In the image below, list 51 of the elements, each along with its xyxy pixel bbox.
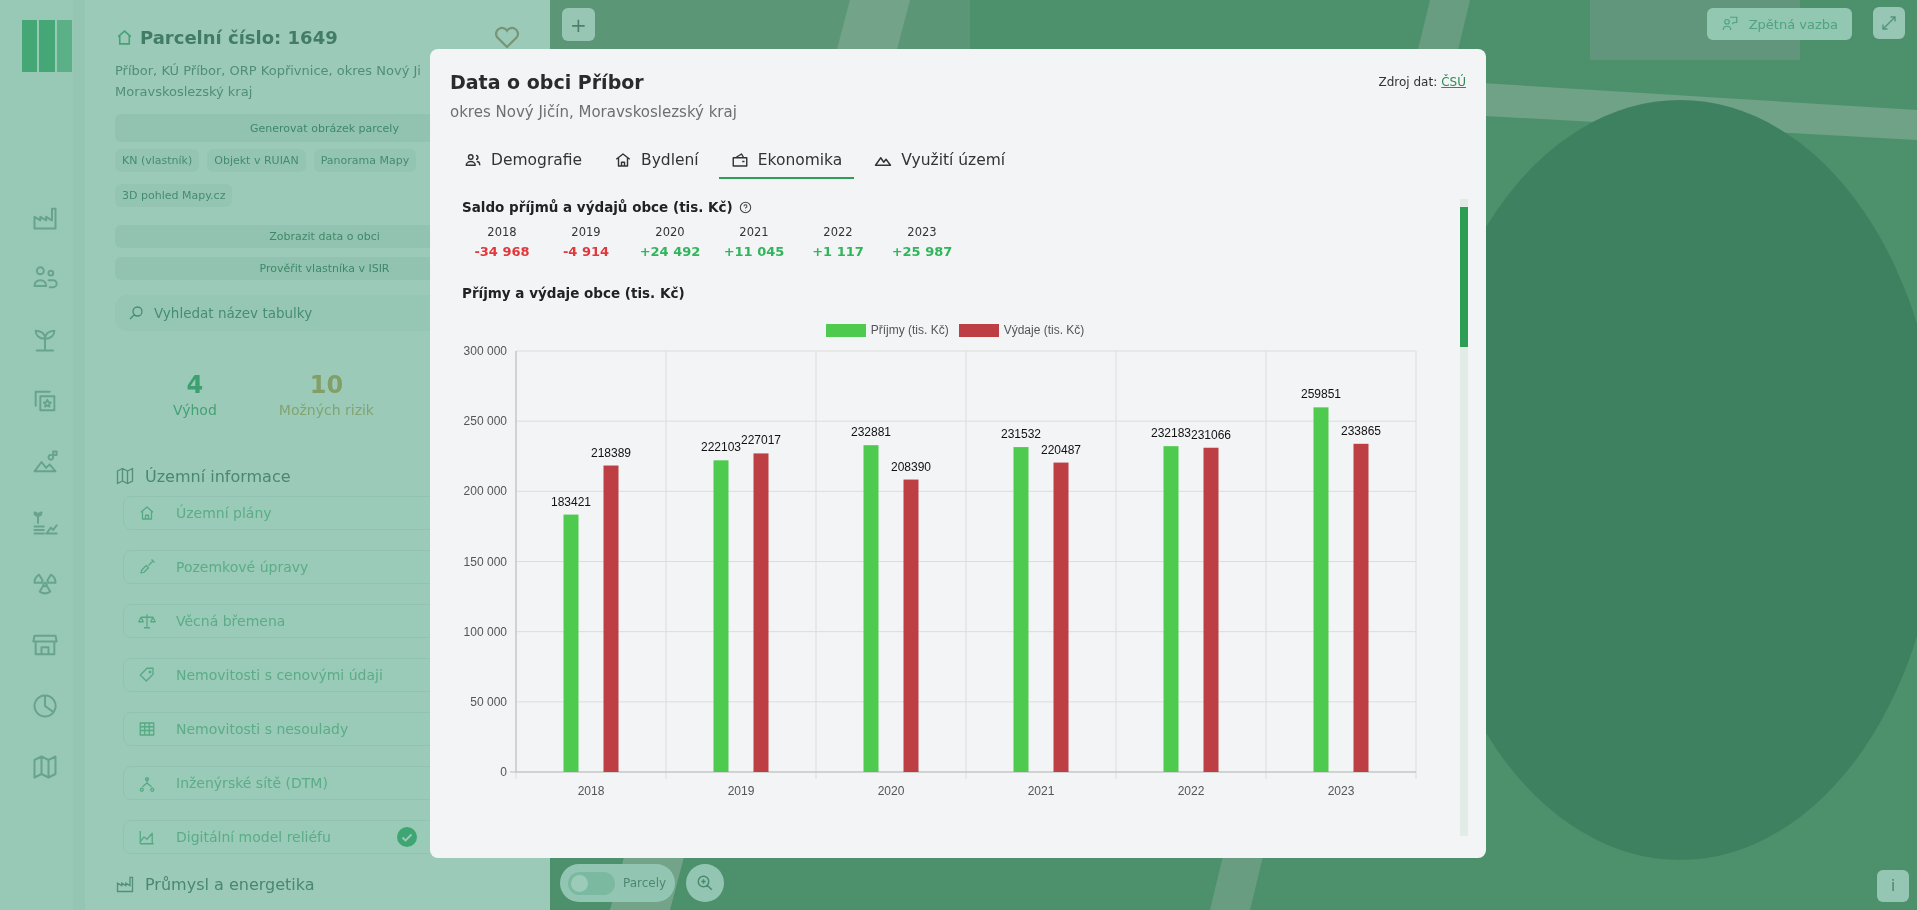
data-label: 232881 — [851, 425, 891, 440]
y-tick-label: 300 000 — [463, 344, 507, 358]
data-label: 220487 — [1041, 442, 1081, 457]
year-label: 2022 — [823, 225, 853, 239]
x-tick-label: 2021 — [1027, 784, 1055, 798]
data-label: 231532 — [1001, 427, 1041, 442]
y-tick-label: 250 000 — [463, 414, 507, 429]
parcel-title: Parcelní číslo: 1649 — [140, 26, 339, 48]
x-tick-label: 2020 — [877, 784, 905, 798]
source-label: Zdroj dat: — [1378, 75, 1438, 89]
x-tick-label: 2022 — [1177, 784, 1205, 798]
section-heading: Saldo příjmů a výdajů obce (tis. Kč) — [462, 199, 733, 215]
location-text: Příbor, KÚ Příbor, ORP Kopřivnice, okres Nový Ji — [115, 62, 421, 80]
data-label: 233865 — [1341, 423, 1381, 438]
toggle-label: Parcely — [623, 876, 667, 890]
section-title: Průmysl a energetika — [145, 874, 315, 894]
year-label: 2019 — [571, 225, 601, 239]
y-tick-label: 200 000 — [463, 484, 507, 499]
balance-value: +11 045 — [723, 244, 785, 259]
dialog-title: Data o obci Příbor — [450, 71, 645, 93]
year-label: 2020 — [655, 225, 685, 239]
balance-value: +1 117 — [812, 244, 864, 259]
x-tick-label: 2019 — [727, 784, 755, 798]
y-tick-label: 100 000 — [463, 624, 507, 639]
section-title: Územní informace — [145, 466, 291, 486]
data-label: 218389 — [591, 445, 631, 460]
data-label: 231066 — [1191, 427, 1231, 442]
data-label: 183421 — [551, 494, 591, 509]
data-label: 259851 — [1301, 387, 1341, 402]
x-tick-label: 2018 — [577, 784, 605, 798]
y-tick-label: 150 000 — [463, 554, 507, 569]
stat-value: 10 — [309, 371, 344, 399]
balance-value: +24 492 — [639, 244, 701, 259]
location-text: Moravskoslezský kraj — [115, 83, 253, 101]
stat-value: 4 — [186, 371, 204, 399]
legend-label: Výdaje (tis. Kč) — [1003, 323, 1085, 337]
data-label: 227017 — [741, 433, 781, 448]
legend-label: Příjmy (tis. Kč) — [870, 323, 949, 337]
y-tick-label: 0 — [500, 765, 507, 779]
year-label: 2023 — [907, 225, 937, 239]
y-tick-label: 50 000 — [470, 694, 507, 709]
stat-label: Výhod — [173, 402, 217, 418]
balance-value: +25 987 — [891, 244, 953, 259]
data-label: 222103 — [701, 440, 741, 455]
stat-label: Možných rizik — [278, 402, 374, 418]
year-label: 2018 — [487, 225, 517, 239]
data-label: 208390 — [891, 459, 931, 474]
x-tick-label: 2023 — [1327, 784, 1355, 798]
data-label: 232183 — [1151, 426, 1191, 441]
balance-value: -4 914 — [562, 244, 610, 259]
year-label: 2021 — [739, 225, 769, 239]
